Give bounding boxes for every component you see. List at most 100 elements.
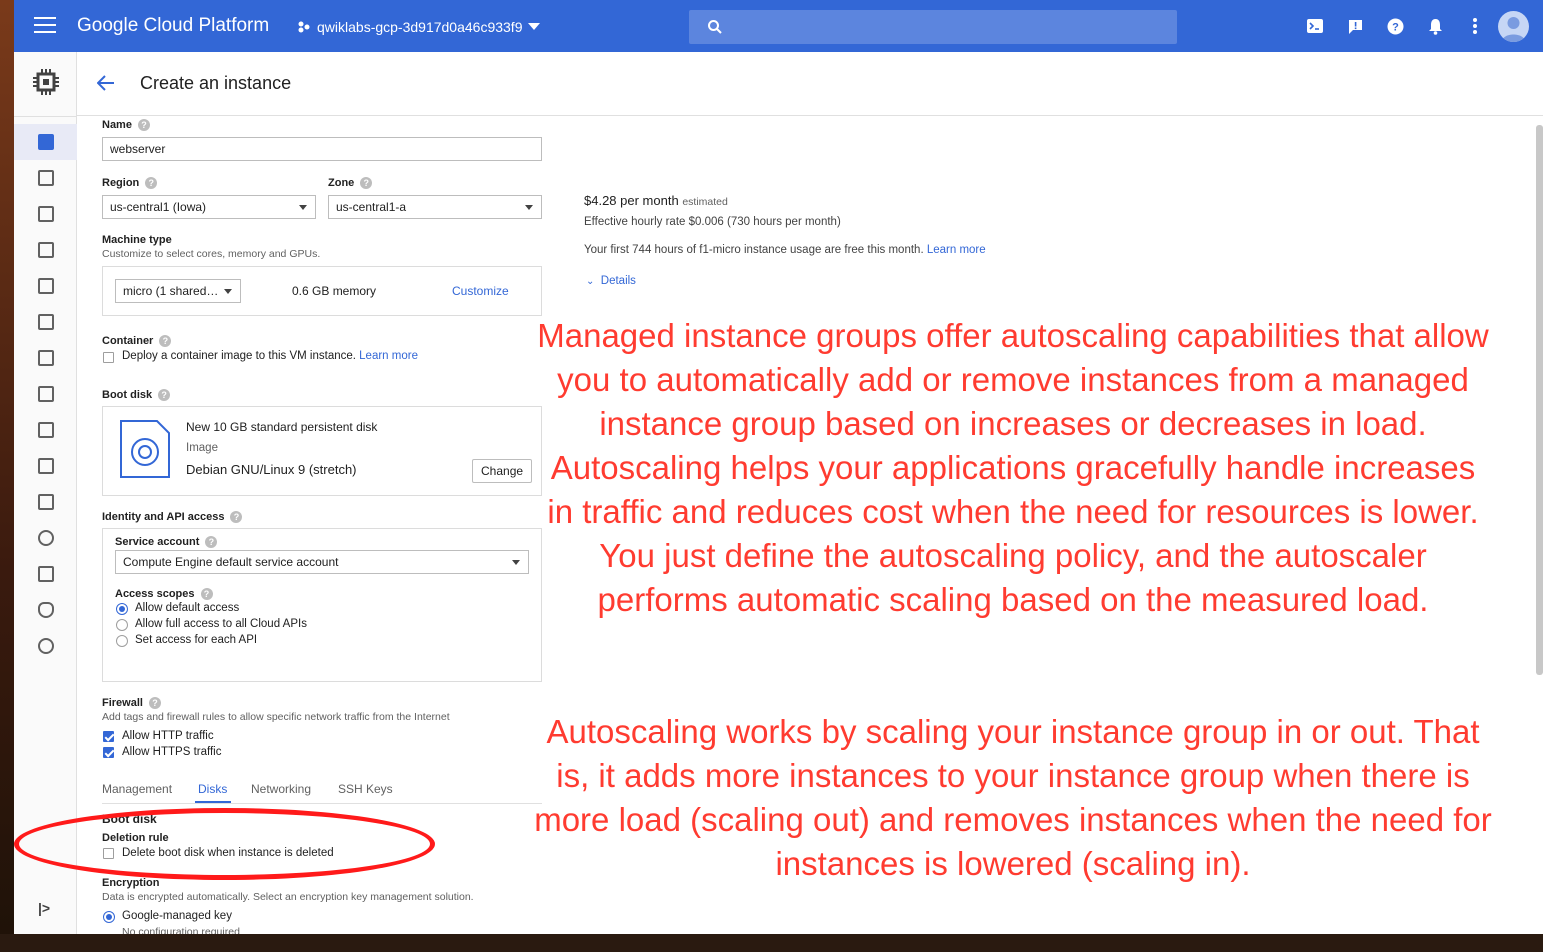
tab-networking[interactable]: Networking — [251, 782, 311, 796]
google-managed-radio[interactable] — [103, 911, 115, 923]
top-bar: Google Cloud Platform qwiklabs-gcp-3d917… — [14, 0, 1543, 52]
quotas-icon[interactable] — [38, 566, 54, 582]
project-selector[interactable]: qwiklabs-gcp-3d917d0a46c933f9 — [297, 19, 541, 35]
compute-engine-icon[interactable] — [31, 67, 61, 97]
details-label: Details — [600, 275, 636, 287]
price-value: $4.28 per month — [584, 193, 679, 208]
boot-disk-image-label: Image — [186, 442, 218, 454]
help-icon[interactable]: ? — [158, 389, 171, 401]
boot-disk-image: Debian GNU/Linux 9 (stretch) — [186, 462, 357, 477]
tab-ssh-keys[interactable]: SSH Keys — [338, 782, 393, 796]
vm-instances-icon[interactable] — [38, 134, 54, 150]
desktop-background-bottom — [0, 934, 1543, 952]
chevron-down-icon — [224, 289, 232, 294]
search-icon — [708, 20, 722, 34]
desktop-background — [0, 0, 14, 952]
notifications-icon[interactable] — [1426, 17, 1444, 35]
help-icon[interactable]: ? — [1386, 17, 1404, 35]
tab-management[interactable]: Management — [102, 782, 172, 796]
help-icon[interactable]: ? — [145, 177, 158, 189]
help-icon[interactable]: ? — [205, 536, 218, 548]
change-button[interactable]: Change — [472, 459, 533, 483]
project-name: qwiklabs-gcp-3d917d0a46c933f9 — [317, 19, 523, 35]
snapshots-icon[interactable] — [38, 278, 54, 294]
free-tier-text: Your first 744 hours of f1-micro instanc… — [584, 244, 986, 256]
menu-icon[interactable] — [34, 17, 56, 35]
scope-default-radio[interactable] — [116, 603, 128, 615]
zones-icon[interactable] — [38, 494, 54, 510]
disks-icon[interactable] — [38, 242, 54, 258]
boot-disk-title: New 10 GB standard persistent disk — [186, 420, 378, 434]
scrollbar[interactable] — [1536, 125, 1543, 675]
account-icon[interactable] — [1498, 11, 1529, 42]
region-select[interactable]: us-central1 (Iowa) — [102, 195, 316, 219]
project-icon — [298, 21, 310, 33]
cloud-shell-icon[interactable] — [1306, 17, 1324, 35]
machine-type-select[interactable]: micro (1 shared… — [115, 279, 241, 303]
customize-link[interactable]: Customize — [452, 284, 509, 298]
service-account-select[interactable]: Compute Engine default service account — [115, 550, 529, 574]
container-label: Container? — [102, 335, 172, 347]
allow-https-checkbox[interactable] — [103, 747, 114, 758]
tab-divider — [102, 803, 542, 804]
metadata-icon[interactable] — [38, 422, 54, 438]
scope-full-radio[interactable] — [116, 619, 128, 631]
service-account-label: Service account? — [115, 536, 218, 548]
annotation-oval-highlight — [14, 808, 435, 880]
zone-select[interactable]: us-central1-a — [328, 195, 542, 219]
images-icon[interactable] — [38, 314, 54, 330]
region-label: Region? — [102, 177, 158, 189]
estimated-label: estimated — [682, 196, 728, 208]
container-description: Deploy a container image to this VM inst… — [122, 350, 356, 362]
pricing-learn-more-link[interactable]: Learn more — [927, 244, 986, 256]
allow-http-checkbox[interactable] — [103, 731, 114, 742]
operations-icon[interactable] — [38, 530, 54, 546]
help-icon[interactable]: ? — [137, 119, 150, 131]
settings-icon[interactable] — [38, 638, 54, 654]
help-icon[interactable]: ? — [148, 697, 161, 709]
instance-groups-icon[interactable] — [38, 170, 54, 186]
feedback-icon[interactable] — [1346, 17, 1364, 35]
boot-disk-label: Boot disk? — [102, 389, 171, 401]
name-label: Name? — [102, 119, 150, 131]
sidebar-divider — [14, 116, 77, 117]
security-scans-icon[interactable] — [38, 602, 54, 618]
scope-each-label: Set access for each API — [135, 634, 258, 646]
brand-title[interactable]: Google Cloud Platform — [77, 15, 269, 37]
more-vert-icon[interactable] — [1466, 17, 1484, 35]
expand-sidebar-icon[interactable]: |> — [38, 900, 50, 916]
chevron-down-icon: ⌄ — [586, 276, 595, 287]
container-learn-more-link[interactable]: Learn more — [359, 350, 418, 362]
encryption-label: Encryption — [102, 877, 160, 889]
name-field[interactable]: webserver — [102, 137, 542, 161]
active-tab-indicator — [195, 801, 231, 803]
help-icon[interactable]: ? — [230, 511, 243, 523]
chevron-down-icon — [299, 205, 307, 210]
region-value: us-central1 (Iowa) — [110, 200, 207, 214]
zone-value: us-central1-a — [336, 200, 407, 214]
left-sidebar: |> — [14, 52, 77, 934]
disk-icon — [120, 420, 170, 478]
instance-templates-icon[interactable] — [38, 206, 54, 222]
scope-each-radio[interactable] — [116, 635, 128, 647]
search-input[interactable] — [689, 10, 1177, 44]
committed-use-icon[interactable] — [38, 386, 54, 402]
service-account-value: Compute Engine default service account — [123, 555, 339, 569]
firewall-subtitle: Add tags and firewall rules to allow spe… — [102, 711, 450, 723]
browser-window: Google Cloud Platform qwiklabs-gcp-3d917… — [14, 0, 1543, 934]
free-tier-description: Your first 744 hours of f1-micro instanc… — [584, 244, 924, 256]
back-arrow-icon[interactable] — [97, 75, 115, 91]
page-header: Create an instance — [77, 52, 1543, 116]
help-icon[interactable]: ? — [159, 335, 172, 347]
encryption-subtitle: Data is encrypted automatically. Select … — [102, 891, 474, 903]
details-toggle[interactable]: ⌄ Details — [586, 275, 636, 287]
help-icon[interactable]: ? — [360, 177, 373, 189]
container-checkbox[interactable] — [103, 352, 114, 363]
health-checks-icon[interactable] — [38, 458, 54, 474]
chevron-down-icon — [512, 560, 520, 565]
help-icon[interactable]: ? — [200, 588, 213, 600]
tpus-icon[interactable] — [38, 350, 54, 366]
tab-disks[interactable]: Disks — [198, 782, 227, 796]
scope-default-label: Allow default access — [135, 602, 240, 614]
annotation-paragraph-2: Autoscaling works by scaling your instan… — [534, 713, 1492, 882]
